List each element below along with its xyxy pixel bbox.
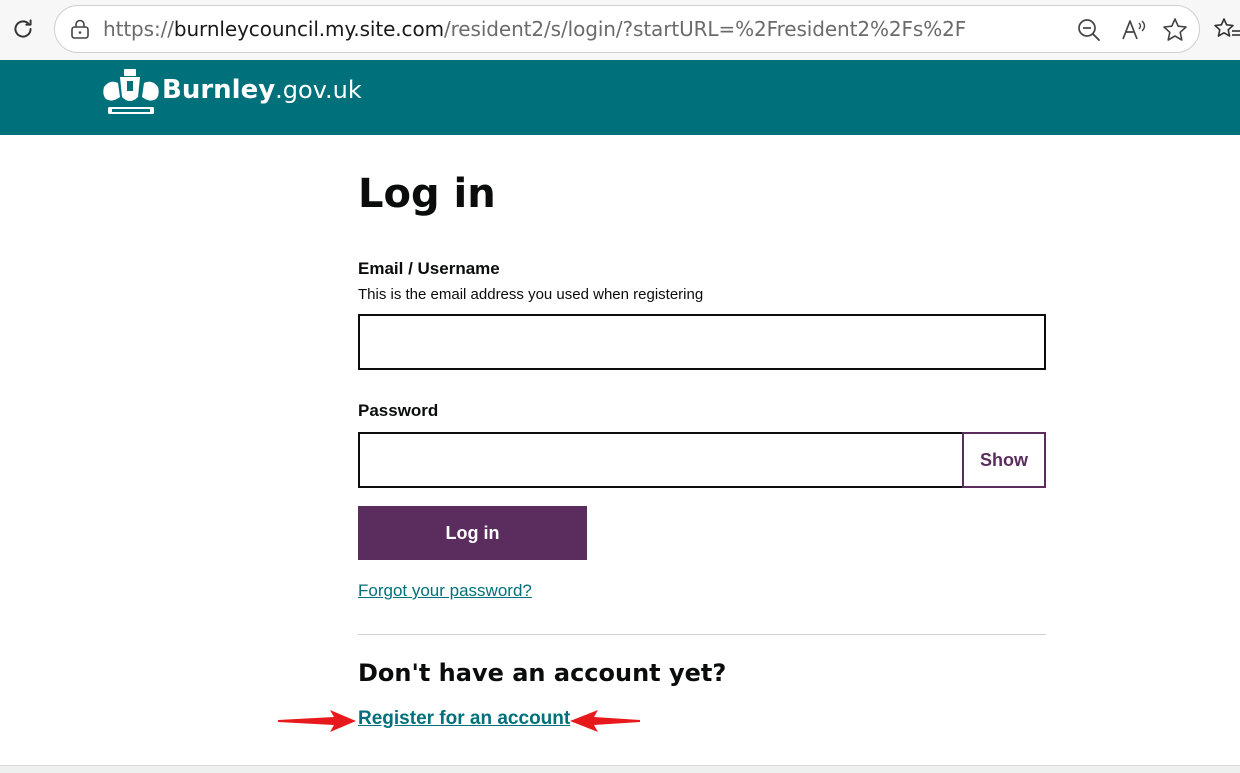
annotation-arrow-right-icon bbox=[278, 710, 356, 732]
favorites-icon[interactable] bbox=[1212, 15, 1240, 45]
password-label: Password bbox=[358, 401, 439, 420]
url-path: /resident2/s/login/?startURL=%2Fresident… bbox=[443, 17, 967, 41]
browser-toolbar: https://burnleycouncil.my.site.com/resid… bbox=[0, 0, 1240, 60]
register-link[interactable]: Register for an account bbox=[358, 708, 570, 730]
crest-icon bbox=[103, 69, 159, 114]
read-aloud-icon[interactable] bbox=[1119, 16, 1147, 44]
annotation-arrow-left-icon bbox=[570, 710, 640, 732]
email-input[interactable] bbox=[358, 314, 1046, 370]
show-password-button[interactable]: Show bbox=[962, 432, 1046, 488]
reload-icon[interactable] bbox=[8, 14, 38, 44]
page-title: Log in bbox=[358, 171, 496, 217]
lock-icon[interactable] bbox=[69, 18, 91, 40]
forgot-password-link[interactable]: Forgot your password? bbox=[358, 581, 532, 601]
logo-text-bold: Burnley bbox=[162, 75, 276, 105]
favorite-star-icon[interactable] bbox=[1161, 16, 1189, 44]
address-bar[interactable]: https://burnleycouncil.my.site.com/resid… bbox=[54, 5, 1200, 53]
login-button[interactable]: Log in bbox=[358, 506, 587, 560]
url-domain: burnleycouncil.my.site.com bbox=[173, 17, 444, 41]
email-hint: This is the email address you used when … bbox=[358, 286, 704, 303]
url-prefix: https:// bbox=[103, 17, 174, 41]
password-input[interactable] bbox=[358, 432, 964, 488]
logo-text: Burnley.gov.uk bbox=[162, 77, 362, 103]
section-divider bbox=[358, 634, 1046, 635]
url-text[interactable]: https://burnleycouncil.my.site.com/resid… bbox=[103, 17, 966, 41]
site-header: Burnley.gov.uk bbox=[0, 60, 1240, 135]
zoom-out-icon[interactable] bbox=[1075, 16, 1103, 44]
register-heading: Don't have an account yet? bbox=[358, 659, 727, 687]
logo-text-domain: .gov.uk bbox=[275, 76, 362, 104]
burnley-logo[interactable]: Burnley.gov.uk bbox=[100, 66, 362, 122]
page-bottom-edge bbox=[0, 765, 1240, 773]
email-label: Email / Username bbox=[358, 259, 500, 278]
